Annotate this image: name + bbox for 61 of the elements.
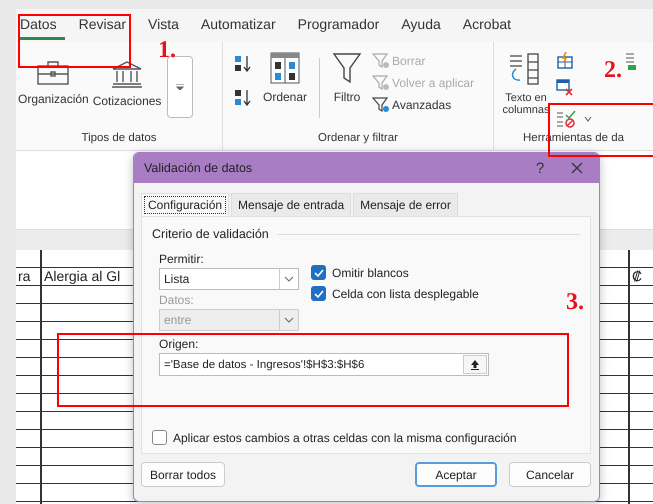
filter-action-button[interactable]: Avanzadas bbox=[372, 96, 474, 114]
tab[interactable]: Configuración bbox=[141, 193, 230, 216]
menu-tab[interactable]: Vista bbox=[146, 12, 187, 40]
chevron-down-icon bbox=[284, 317, 294, 323]
step-number: 3. bbox=[566, 290, 584, 314]
menu-tab[interactable]: Programador bbox=[296, 12, 388, 40]
table-cell: ₡ bbox=[632, 268, 642, 284]
checkbox-label: Aplicar estos cambios a otras celdas con la misma configuración bbox=[173, 430, 516, 444]
chevron-down-icon bbox=[284, 276, 294, 282]
dropdown-icon bbox=[176, 84, 184, 90]
checkbox-label: Celda con lista desplegable bbox=[332, 286, 479, 300]
group-title: Tipos de datos bbox=[80, 132, 158, 146]
sort-button[interactable]: Ordenar bbox=[261, 52, 310, 104]
cancel-button[interactable]: Cancelar bbox=[509, 462, 591, 487]
tab[interactable]: Mensaje de error bbox=[353, 193, 458, 216]
menu-tab[interactable]: Ayuda bbox=[399, 12, 449, 40]
check-icon bbox=[314, 268, 324, 276]
menu-tab[interactable]: Revisar bbox=[76, 12, 134, 40]
checkbox[interactable] bbox=[152, 430, 167, 445]
text-to-columns-button[interactable]: Texto en columnas bbox=[498, 52, 554, 116]
window-title: Validación de datos bbox=[144, 161, 254, 175]
caret-icon bbox=[584, 116, 592, 122]
data-validation-icon[interactable] bbox=[556, 110, 576, 128]
table-cell: Alergia al Gl bbox=[44, 268, 120, 284]
section-title: Criterio de validación bbox=[152, 227, 269, 241]
checkbox-label: Omitir blancos bbox=[332, 266, 409, 280]
clear-all-button[interactable]: Borrar todos bbox=[141, 462, 226, 487]
funnel-icon bbox=[372, 75, 390, 91]
funnel-icon bbox=[372, 97, 390, 113]
remove-duplicates-icon[interactable] bbox=[556, 78, 574, 96]
allow-dropdown[interactable]: Lista bbox=[159, 268, 299, 290]
help-button[interactable]: ? bbox=[525, 158, 555, 178]
sort-descending-icon[interactable] bbox=[233, 88, 253, 108]
flash-fill-icon[interactable] bbox=[556, 52, 574, 70]
checkbox[interactable] bbox=[311, 265, 326, 280]
source-field[interactable]: ='Base de datos - Ingresos'!$H$3:$H$6 bbox=[159, 353, 489, 376]
briefcase-icon bbox=[36, 60, 70, 86]
collapse-button[interactable] bbox=[463, 355, 487, 374]
organization-button[interactable]: Organización bbox=[16, 52, 91, 106]
tab[interactable]: Mensaje de entrada bbox=[231, 193, 352, 216]
close-icon bbox=[571, 162, 583, 174]
field-label: Permitir: bbox=[159, 252, 205, 266]
step-number: 2. bbox=[604, 58, 622, 82]
menu-tab[interactable]: Acrobat bbox=[460, 12, 520, 40]
ok-button[interactable]: Aceptar bbox=[415, 462, 497, 487]
filter-button[interactable]: Filtro bbox=[330, 52, 364, 104]
upload-arrow-icon bbox=[470, 359, 480, 370]
funnel-icon bbox=[332, 52, 362, 84]
funnel-icon bbox=[372, 53, 390, 69]
group-title: Ordenar y filtrar bbox=[317, 132, 399, 146]
check-icon bbox=[314, 290, 324, 298]
checkbox[interactable] bbox=[311, 286, 326, 301]
sort-grid-icon bbox=[270, 52, 300, 84]
bank-icon bbox=[110, 60, 144, 88]
consolidate-icon bbox=[626, 52, 638, 70]
field-label: Origen: bbox=[159, 337, 200, 351]
table-cell: ra bbox=[18, 268, 30, 284]
menu-tab[interactable]: Automatizar bbox=[198, 12, 284, 40]
sort-ascending-icon[interactable] bbox=[233, 54, 253, 74]
step-number: 1. bbox=[158, 38, 176, 62]
field-label: Datos: bbox=[159, 293, 195, 307]
